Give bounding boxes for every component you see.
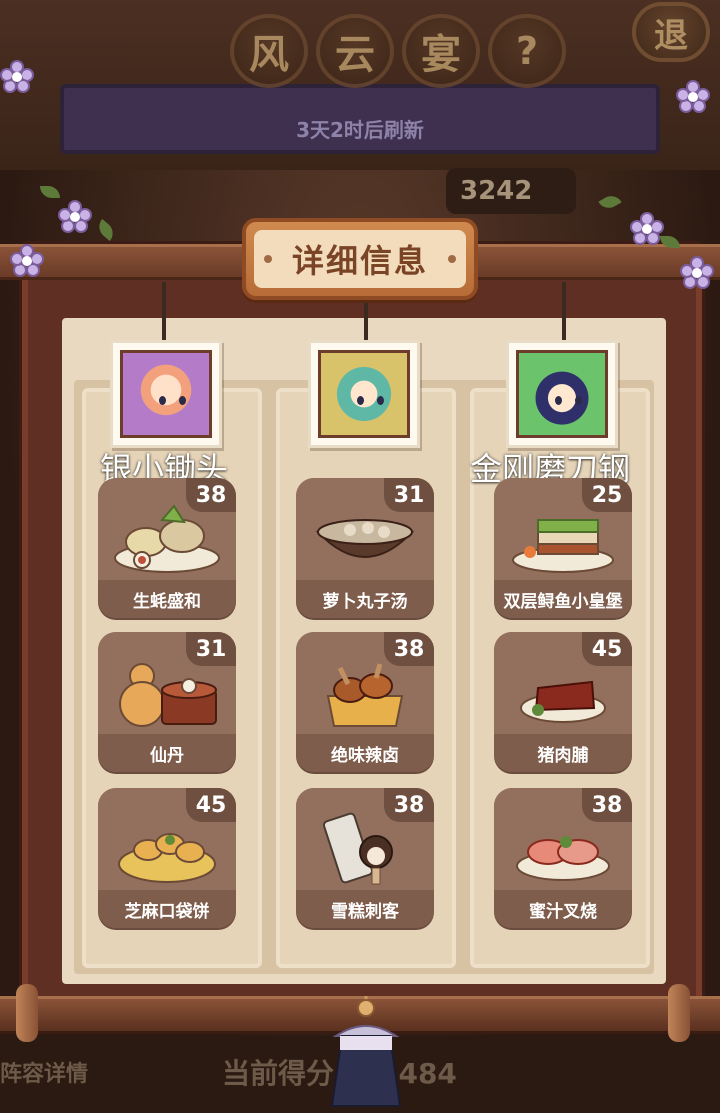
- flower-decoration-icon: [676, 80, 710, 114]
- flower-decoration-icon: [58, 200, 92, 234]
- dish-name: 蜜汁叉烧: [494, 890, 632, 928]
- dish-score: 38: [186, 478, 236, 512]
- scroll-knob-left: [16, 984, 38, 1042]
- dish-card[interactable]: 45 芝麻口袋饼: [98, 788, 236, 928]
- current-score-label: 当前得分: [222, 1057, 335, 1090]
- dish-card[interactable]: 38 绝味辣卤: [296, 632, 434, 772]
- title-char-2: 云: [316, 14, 394, 88]
- avatar-eye: [357, 395, 364, 405]
- elixir-gourd-icon: [119, 663, 217, 727]
- chef-portrait-1[interactable]: [110, 340, 222, 448]
- dish-name: 芝麻口袋饼: [98, 890, 236, 928]
- lineup-details-button[interactable]: 阵容详情: [0, 1056, 88, 1088]
- dish-card[interactable]: 38 雪糕刺客: [296, 788, 434, 928]
- oyster-dish-icon: [114, 504, 220, 573]
- dish-card[interactable]: 25 双层鲟鱼小皇堡: [494, 478, 632, 618]
- event-title: 风 云 宴 ?: [230, 14, 566, 88]
- pocket-bread-icon: [118, 833, 216, 883]
- dish-score: 38: [384, 788, 434, 822]
- dish-score: 31: [186, 632, 236, 666]
- dish-card[interactable]: 31 仙丹: [98, 632, 236, 772]
- dish-card[interactable]: 31 萝卜丸子汤: [296, 478, 434, 618]
- title-char-1: 风: [230, 14, 308, 88]
- ice-cream-icon: [322, 812, 393, 885]
- chef-avatar: [120, 350, 212, 438]
- dish-score: 45: [582, 632, 632, 666]
- chef-avatar: [318, 350, 410, 438]
- dish-card[interactable]: 38 蜜汁叉烧: [494, 788, 632, 928]
- avatar-eye: [377, 395, 384, 405]
- plaque-dot: [264, 255, 272, 263]
- portrait-string: [162, 282, 166, 342]
- avatar-eye: [179, 395, 186, 405]
- avatar-eye: [575, 395, 582, 405]
- dish-card[interactable]: 38 生蚝盛和: [98, 478, 236, 618]
- plaque-dot: [448, 255, 456, 263]
- char-siu-icon: [516, 836, 610, 881]
- flower-decoration-icon: [0, 60, 34, 94]
- title-char-3: 宴: [402, 14, 480, 88]
- dish-score: 38: [582, 788, 632, 822]
- dialog-title-plaque: 详细信息: [242, 218, 478, 300]
- dish-card[interactable]: 45 猪肉脯: [494, 632, 632, 772]
- dish-score: 25: [582, 478, 632, 512]
- dish-score: 38: [384, 632, 434, 666]
- dish-name: 雪糕刺客: [296, 890, 434, 928]
- dish-name: 猪肉脯: [494, 734, 632, 772]
- refresh-timer: 3天2时后刷新: [296, 118, 424, 142]
- dish-name: 双层鲟鱼小皇堡: [494, 580, 632, 618]
- pork-jerky-icon: [520, 680, 606, 723]
- burger-icon: [512, 519, 614, 573]
- flower-decoration-icon: [630, 212, 664, 246]
- flower-decoration-icon: [10, 244, 44, 278]
- flower-decoration-icon: [680, 256, 714, 290]
- chef-portrait-3[interactable]: [506, 340, 618, 448]
- avatar-eye: [159, 395, 166, 405]
- soup-bowl-icon: [315, 519, 415, 558]
- hanging-ornament-icon: [330, 996, 402, 1107]
- dialog-title: 详细信息: [254, 230, 466, 288]
- chef-portrait-2[interactable]: [308, 340, 420, 448]
- dish-score: 31: [384, 478, 434, 512]
- chef-avatar: [516, 350, 608, 438]
- dish-name: 仙丹: [98, 734, 236, 772]
- top-score-display: 3242: [446, 168, 576, 214]
- dish-name: 绝味辣卤: [296, 734, 434, 772]
- dish-score: 45: [186, 788, 236, 822]
- scroll-knob-right: [668, 984, 690, 1042]
- portrait-string: [562, 282, 566, 342]
- exit-button[interactable]: 退: [632, 2, 710, 62]
- dish-name: 生蚝盛和: [98, 580, 236, 618]
- help-button[interactable]: ?: [488, 14, 566, 88]
- braised-meat-icon: [326, 663, 404, 727]
- avatar-eye: [555, 395, 562, 405]
- dish-name: 萝卜丸子汤: [296, 580, 434, 618]
